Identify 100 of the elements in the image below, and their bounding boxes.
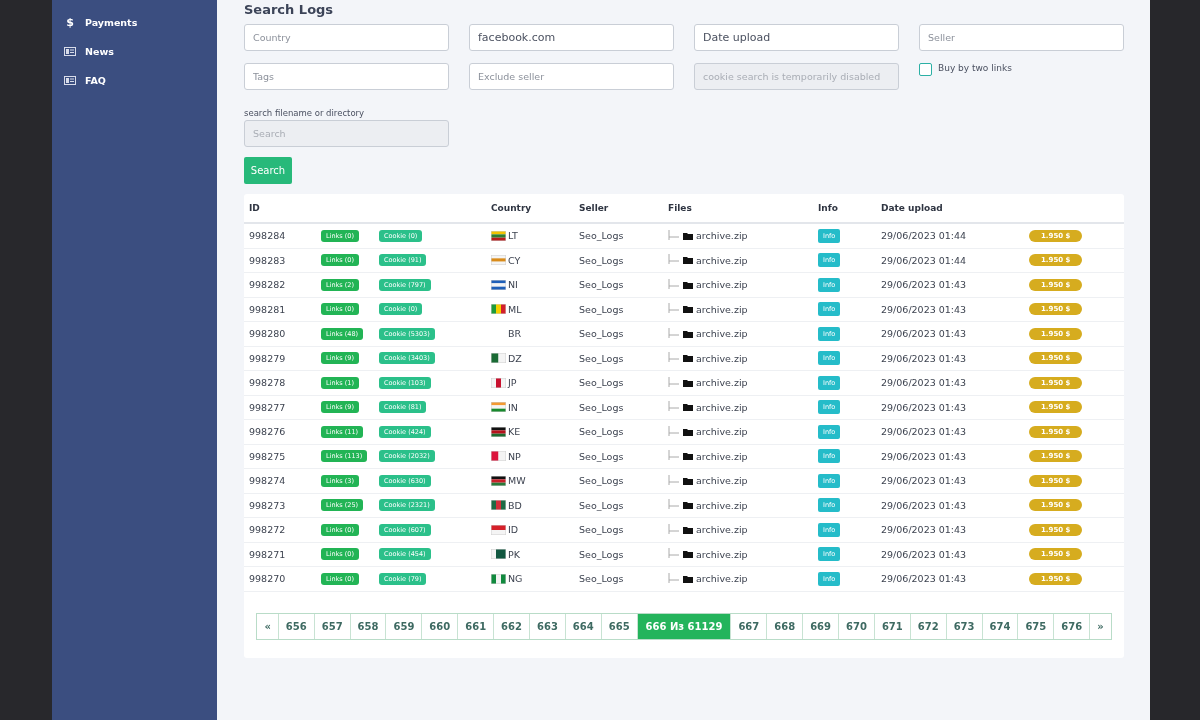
country-code: BD	[508, 499, 522, 511]
folder-icon	[683, 280, 693, 289]
checkbox[interactable]	[919, 63, 932, 76]
id-cell-text: 998280	[249, 328, 287, 340]
id-cell-text: 998281	[249, 303, 287, 315]
id-cell-text: 998274	[249, 475, 287, 487]
date-cell-text: 29/06/2023 01:43	[881, 573, 968, 585]
column-header: Files	[668, 203, 693, 213]
input-field[interactable]: Exclude seller	[469, 63, 674, 90]
country-code: NI	[508, 279, 518, 291]
country-code: DZ	[508, 352, 522, 364]
column-header: Country	[491, 203, 533, 213]
flag-icon	[491, 402, 506, 413]
search-button[interactable]: Search	[244, 157, 292, 184]
id-cell-text: 998277	[249, 401, 287, 413]
file-name: archive.zip	[696, 548, 748, 560]
country-code: MW	[508, 475, 526, 487]
card-icon	[64, 75, 76, 85]
tree-branch-icon	[668, 523, 680, 536]
id-cell-text: 998272	[249, 524, 287, 536]
seller-cell-text: Seo_Logs	[579, 450, 625, 462]
flag-icon	[491, 451, 506, 462]
date-cell-text: 29/06/2023 01:43	[881, 548, 968, 560]
id-cell-text: 998270	[249, 573, 287, 585]
seller-cell-text: Seo_Logs	[579, 303, 625, 315]
folder-icon	[683, 231, 693, 240]
flag-icon	[491, 573, 506, 584]
id-cell-text: 998279	[249, 352, 287, 364]
flag-icon	[491, 500, 506, 511]
page-link[interactable]: 666 Из 61129	[636, 613, 731, 639]
file-name: archive.zip	[696, 328, 748, 340]
file-name: archive.zip	[696, 573, 748, 585]
seller-cell-text: Seo_Logs	[579, 279, 625, 291]
tree-branch-icon	[668, 352, 680, 365]
country-code: NG	[508, 573, 523, 585]
date-cell-text: 29/06/2023 01:43	[881, 401, 968, 413]
country-code: ML	[508, 303, 522, 315]
seller-cell-text: Seo_Logs	[579, 573, 625, 585]
id-cell-text: 998276	[249, 426, 287, 438]
file-name: archive.zip	[696, 450, 748, 462]
date-cell-text: 29/06/2023 01:43	[881, 450, 968, 462]
seller-cell-text: Seo_Logs	[579, 254, 625, 266]
flag-icon	[491, 230, 506, 241]
date-cell-text: 29/06/2023 01:44	[881, 254, 968, 266]
tree-branch-icon	[668, 254, 680, 267]
flag-icon	[491, 475, 506, 486]
tree-branch-icon	[668, 303, 680, 316]
flag-icon	[491, 353, 506, 364]
sidebar-item[interactable]: $ Payments	[64, 14, 217, 30]
tree-branch-icon	[668, 376, 680, 389]
field-label: search filename or directory	[244, 108, 366, 118]
seller-cell-text: Seo_Logs	[579, 401, 625, 413]
tree-branch-icon	[668, 401, 680, 414]
folder-icon	[683, 305, 693, 314]
flag-icon	[491, 377, 506, 388]
input-field[interactable]: Date upload	[694, 24, 899, 51]
tree-branch-icon	[668, 327, 680, 340]
checkbox-text: Buy by two links	[938, 63, 1012, 73]
folder-icon	[683, 476, 693, 485]
column-header: Info	[818, 203, 839, 213]
column-header: ID	[249, 203, 261, 213]
tree-branch-icon	[668, 548, 680, 561]
folder-icon	[683, 256, 693, 265]
id-cell-text: 998278	[249, 377, 287, 389]
country-code: LT	[508, 230, 518, 242]
date-cell-text: 29/06/2023 01:44	[881, 230, 968, 242]
id-cell-text: 998284	[249, 230, 287, 242]
country-code: PK	[508, 548, 520, 560]
checkbox-label[interactable]: Buy by two links	[919, 63, 1124, 90]
country-code: CY	[508, 254, 521, 266]
sidebar-item[interactable]: FAQ	[64, 72, 217, 88]
seller-cell-text: Seo_Logs	[579, 328, 625, 340]
flag-icon	[491, 426, 506, 437]
flag-icon	[491, 255, 506, 266]
file-name: archive.zip	[696, 377, 748, 389]
flag-icon	[491, 524, 506, 535]
input-field[interactable]: Tags	[244, 63, 449, 90]
file-name: archive.zip	[696, 279, 748, 291]
flag-icon	[491, 549, 506, 560]
input-field[interactable]: facebook.com	[469, 24, 674, 51]
column-header: Date upload	[881, 203, 944, 213]
folder-icon	[683, 550, 693, 559]
sidebar-item[interactable]: News	[64, 43, 217, 59]
date-cell-text: 29/06/2023 01:43	[881, 524, 968, 536]
seller-cell-text: Seo_Logs	[579, 352, 625, 364]
input-field[interactable]: Country	[244, 24, 449, 51]
page-title: Search Logs	[244, 2, 335, 18]
seller-cell-text: Seo_Logs	[579, 230, 625, 242]
file-name: archive.zip	[696, 352, 748, 364]
tree-branch-icon	[668, 425, 680, 438]
id-cell-text: 998275	[249, 450, 287, 462]
date-cell-text: 29/06/2023 01:43	[881, 303, 968, 315]
tree-branch-icon	[668, 450, 680, 463]
flag-icon	[491, 304, 506, 315]
date-cell-text: 29/06/2023 01:43	[881, 475, 968, 487]
folder-icon	[683, 403, 693, 412]
id-cell-text: 998271	[249, 548, 287, 560]
file-name: archive.zip	[696, 303, 748, 315]
folder-icon	[683, 525, 693, 534]
input-field[interactable]: Seller	[919, 24, 1124, 51]
